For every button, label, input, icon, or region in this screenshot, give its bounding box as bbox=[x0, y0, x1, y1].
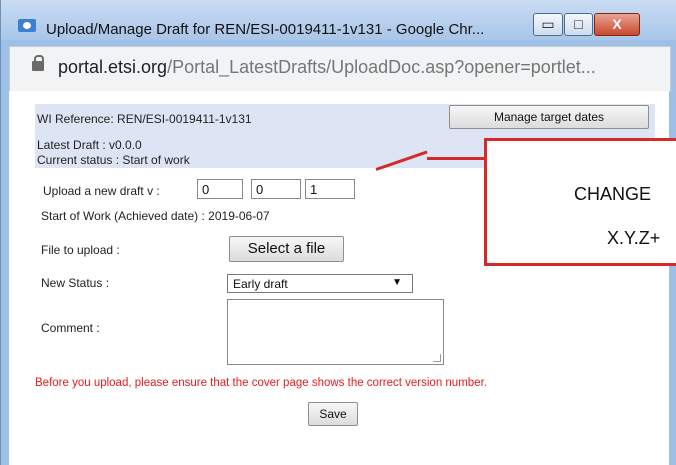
annotation-text-change: CHANGE bbox=[574, 184, 652, 204]
address-bar[interactable]: portal.etsi.org/Portal_LatestDrafts/Uplo… bbox=[9, 46, 671, 92]
select-file-button[interactable]: Select a file bbox=[229, 236, 344, 262]
version-technical-input[interactable]: 0 bbox=[251, 179, 301, 199]
current-status: Current status : Start of work bbox=[37, 153, 190, 167]
save-button[interactable]: Save bbox=[308, 402, 358, 426]
url-domain: portal.etsi.org bbox=[58, 57, 168, 77]
url-path: /Portal_LatestDrafts/UploadDoc.asp?opene… bbox=[167, 57, 596, 77]
annotation-pointer-line-horizontal bbox=[427, 157, 484, 160]
close-button[interactable]: X bbox=[594, 13, 640, 36]
title-bar: Upload/Manage Draft for REN/ESI-0019411-… bbox=[1, 0, 676, 40]
start-of-work-date: Start of Work (Achieved date) : 2019-06-… bbox=[41, 209, 270, 223]
version-editorial-input[interactable]: 1 bbox=[305, 179, 355, 199]
comment-textarea[interactable] bbox=[227, 299, 444, 365]
new-status-select[interactable]: Early draft ▼ bbox=[227, 274, 413, 293]
version-major-input[interactable]: 0 bbox=[197, 179, 243, 199]
lock-icon bbox=[32, 55, 44, 71]
manage-target-dates-button[interactable]: Manage target dates bbox=[449, 105, 649, 129]
minimize-button[interactable]: ▭ bbox=[533, 13, 563, 36]
dropdown-arrow-icon: ▼ bbox=[392, 277, 402, 288]
file-to-upload-label: File to upload : bbox=[41, 243, 120, 257]
new-status-value: Early draft bbox=[233, 277, 288, 291]
comment-label: Comment : bbox=[41, 321, 100, 335]
maximize-button[interactable]: □ bbox=[564, 13, 593, 36]
upload-new-draft-label: Upload a new draft v : bbox=[43, 184, 160, 198]
window-title: Upload/Manage Draft for REN/ESI-0019411-… bbox=[46, 21, 485, 38]
version-warning: Before you upload, please ensure that th… bbox=[35, 377, 487, 389]
chrome-app-icon bbox=[18, 19, 36, 32]
annotation-text-version: X.Y.Z+ bbox=[607, 228, 661, 248]
new-status-label: New Status : bbox=[41, 276, 110, 290]
latest-draft: Latest Draft : v0.0.0 bbox=[37, 138, 142, 152]
url-text: portal.etsi.org/Portal_LatestDrafts/Uplo… bbox=[58, 57, 596, 78]
wi-reference: WI Reference: REN/ESI-0019411-1v131 bbox=[37, 112, 252, 126]
resize-grip-icon[interactable] bbox=[433, 354, 441, 362]
